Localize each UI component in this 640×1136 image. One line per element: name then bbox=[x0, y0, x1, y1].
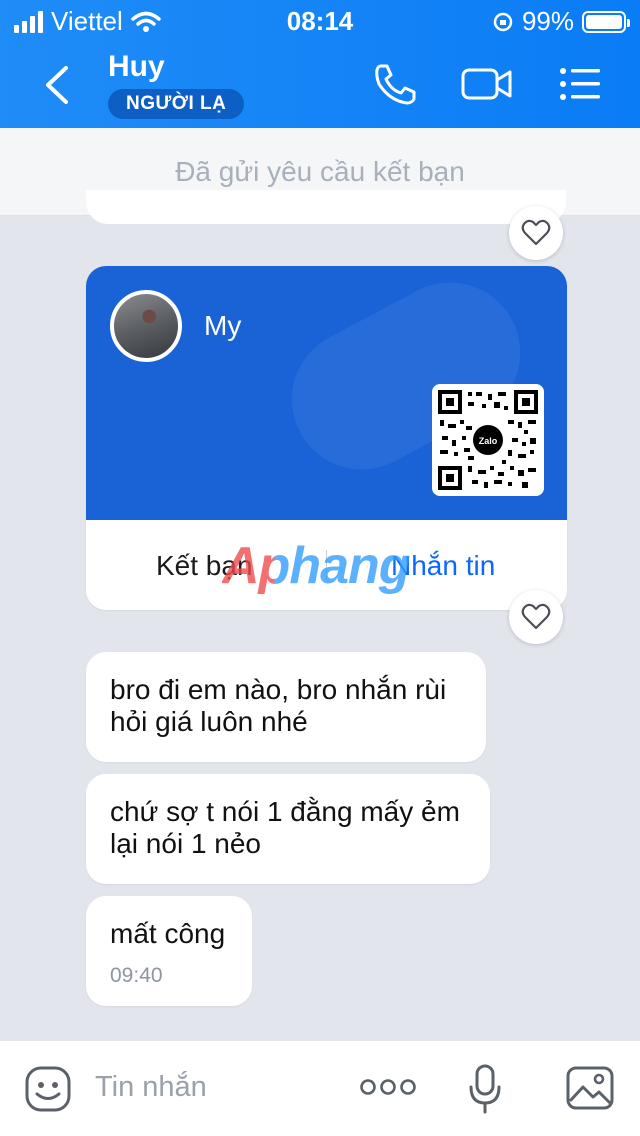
stranger-badge: NGƯỜI LẠ bbox=[108, 89, 245, 119]
heart-icon bbox=[521, 603, 551, 630]
heart-icon bbox=[521, 219, 551, 246]
contact-card-header: My Zalo bbox=[86, 266, 567, 520]
orientation-lock-icon bbox=[493, 12, 513, 31]
card-contact-name: My bbox=[204, 310, 242, 341]
more-icon[interactable] bbox=[360, 1077, 416, 1097]
message-bubble[interactable]: bro đi em nào, bro nhắn rùi hỏi giá luôn… bbox=[86, 652, 486, 762]
previous-message-bubble bbox=[86, 190, 566, 224]
message-text: bro đi em nào, bro nhắn rùi bbox=[110, 674, 447, 705]
battery-percent: 99% bbox=[521, 6, 574, 36]
qr-code: Zalo bbox=[432, 384, 544, 496]
phone-icon[interactable] bbox=[372, 62, 418, 106]
video-call-icon[interactable] bbox=[460, 62, 514, 106]
watermark-logo: Aphang bbox=[222, 537, 411, 595]
message-text: lại nói 1 nẻo bbox=[110, 828, 262, 859]
image-icon[interactable] bbox=[565, 1065, 615, 1111]
qr-code-pattern: Zalo bbox=[438, 390, 538, 490]
react-button[interactable] bbox=[509, 206, 563, 260]
message-timestamp: 09:40 bbox=[110, 964, 163, 987]
message-input-bar: Tin nhắn bbox=[0, 1040, 640, 1136]
microphone-icon[interactable] bbox=[468, 1063, 502, 1115]
message-bubble[interactable]: chứ sợ t nói 1 đằng mấy ẻm lại nói 1 nẻo bbox=[86, 774, 490, 884]
message-input[interactable]: Tin nhắn bbox=[95, 1071, 207, 1104]
sticker-icon[interactable] bbox=[24, 1065, 72, 1113]
battery-icon bbox=[582, 10, 630, 33]
react-button[interactable] bbox=[509, 590, 563, 644]
chat-header: Viettel 08:14 99% Huy NGƯỜI LẠ bbox=[0, 0, 640, 128]
back-icon[interactable] bbox=[36, 60, 80, 110]
message-text: hỏi giá luôn nhé bbox=[110, 706, 308, 737]
message-text: chứ sợ t nói 1 đằng mấy ẻm bbox=[110, 796, 460, 827]
avatar[interactable] bbox=[110, 290, 182, 362]
menu-icon[interactable] bbox=[558, 62, 602, 106]
qr-logo: Zalo bbox=[479, 436, 498, 446]
status-bar: Viettel 08:14 99% bbox=[0, 0, 640, 40]
message-bubble[interactable]: mất công 09:40 bbox=[86, 896, 252, 1006]
message-text: mất công bbox=[110, 918, 226, 949]
contact-name[interactable]: Huy bbox=[108, 50, 165, 84]
